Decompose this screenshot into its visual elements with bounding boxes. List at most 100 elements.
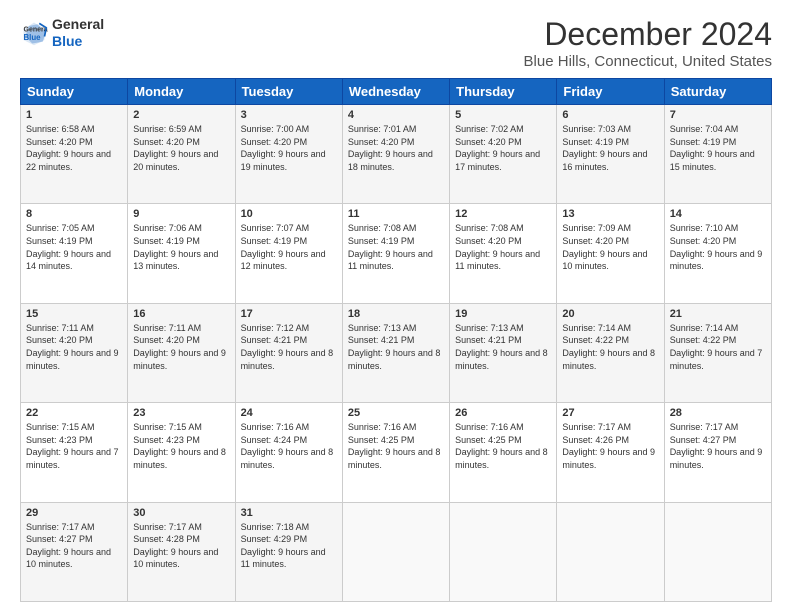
day-number: 14: [670, 208, 766, 220]
calendar-cell: 3 Sunrise: 7:00 AMSunset: 4:20 PMDaylight…: [235, 105, 342, 204]
svg-text:Blue: Blue: [24, 33, 42, 42]
day-number: 9: [133, 208, 229, 220]
cell-info: Sunrise: 7:00 AMSunset: 4:20 PMDaylight:…: [241, 124, 326, 172]
week-row-4: 29 Sunrise: 7:17 AMSunset: 4:27 PMDayligh…: [21, 502, 772, 601]
cell-info: Sunrise: 7:17 AMSunset: 4:27 PMDaylight:…: [670, 422, 763, 470]
day-number: 3: [241, 109, 337, 121]
cell-info: Sunrise: 7:09 AMSunset: 4:20 PMDaylight:…: [562, 223, 647, 271]
cell-info: Sunrise: 7:13 AMSunset: 4:21 PMDaylight:…: [455, 323, 548, 371]
cell-info: Sunrise: 7:14 AMSunset: 4:22 PMDaylight:…: [670, 323, 763, 371]
calendar-cell: 19Sunrise: 7:13 AMSunset: 4:21 PMDayligh…: [450, 303, 557, 402]
day-number: 11: [348, 208, 444, 220]
day-number: 30: [133, 507, 229, 519]
day-number: 1: [26, 109, 122, 121]
calendar-cell: 11Sunrise: 7:08 AMSunset: 4:19 PMDayligh…: [342, 204, 449, 303]
calendar-cell: 10 Sunrise: 7:07 AMSunset: 4:19 PMDayligh…: [235, 204, 342, 303]
column-header-saturday: Saturday: [664, 79, 771, 105]
title-area: December 2024 Blue Hills, Connecticut, U…: [524, 16, 772, 70]
cell-info: Sunrise: 7:01 AMSunset: 4:20 PMDaylight:…: [348, 124, 433, 172]
cell-info: Sunrise: 6:58 AMSunset: 4:20 PMDaylight:…: [26, 124, 111, 172]
page: General Blue General Blue December 2024 …: [0, 0, 792, 612]
calendar-table: SundayMondayTuesdayWednesdayThursdayFrid…: [20, 78, 772, 602]
calendar-cell: [664, 502, 771, 601]
calendar-cell: 9Sunrise: 7:06 AMSunset: 4:19 PMDaylight…: [128, 204, 235, 303]
day-number: 5: [455, 109, 551, 121]
subtitle: Blue Hills, Connecticut, United States: [524, 53, 772, 70]
column-header-tuesday: Tuesday: [235, 79, 342, 105]
calendar-cell: 4 Sunrise: 7:01 AMSunset: 4:20 PMDaylight…: [342, 105, 449, 204]
week-row-3: 22Sunrise: 7:15 AMSunset: 4:23 PMDayligh…: [21, 403, 772, 502]
day-number: 25: [348, 407, 444, 419]
calendar-header-row: SundayMondayTuesdayWednesdayThursdayFrid…: [21, 79, 772, 105]
calendar-cell: 25 Sunrise: 7:16 AMSunset: 4:25 PMDayligh…: [342, 403, 449, 502]
week-row-1: 8Sunrise: 7:05 AMSunset: 4:19 PMDaylight…: [21, 204, 772, 303]
cell-info: Sunrise: 7:11 AMSunset: 4:20 PMDaylight:…: [26, 323, 119, 371]
day-number: 27: [562, 407, 658, 419]
calendar-cell: [557, 502, 664, 601]
day-number: 24: [241, 407, 337, 419]
calendar-cell: 12 Sunrise: 7:08 AMSunset: 4:20 PMDayligh…: [450, 204, 557, 303]
cell-info: Sunrise: 6:59 AMSunset: 4:20 PMDaylight:…: [133, 124, 218, 172]
day-number: 2: [133, 109, 229, 121]
cell-info: Sunrise: 7:02 AMSunset: 4:20 PMDaylight:…: [455, 124, 540, 172]
cell-info: Sunrise: 7:10 AMSunset: 4:20 PMDaylight:…: [670, 223, 763, 271]
day-number: 12: [455, 208, 551, 220]
day-number: 21: [670, 308, 766, 320]
day-number: 28: [670, 407, 766, 419]
logo-icon: General Blue: [20, 19, 48, 47]
calendar-cell: 27Sunrise: 7:17 AMSunset: 4:26 PMDayligh…: [557, 403, 664, 502]
cell-info: Sunrise: 7:03 AMSunset: 4:19 PMDaylight:…: [562, 124, 647, 172]
cell-info: Sunrise: 7:07 AMSunset: 4:19 PMDaylight:…: [241, 223, 326, 271]
day-number: 4: [348, 109, 444, 121]
logo: General Blue General Blue: [20, 16, 104, 50]
cell-info: Sunrise: 7:11 AMSunset: 4:20 PMDaylight:…: [133, 323, 226, 371]
cell-info: Sunrise: 7:16 AMSunset: 4:25 PMDaylight:…: [348, 422, 441, 470]
calendar-cell: 13Sunrise: 7:09 AMSunset: 4:20 PMDayligh…: [557, 204, 664, 303]
calendar-cell: 31Sunrise: 7:18 AMSunset: 4:29 PMDayligh…: [235, 502, 342, 601]
calendar-cell: 26Sunrise: 7:16 AMSunset: 4:25 PMDayligh…: [450, 403, 557, 502]
cell-info: Sunrise: 7:14 AMSunset: 4:22 PMDaylight:…: [562, 323, 655, 371]
column-header-friday: Friday: [557, 79, 664, 105]
calendar-cell: 30 Sunrise: 7:17 AMSunset: 4:28 PMDayligh…: [128, 502, 235, 601]
calendar-cell: [342, 502, 449, 601]
day-number: 15: [26, 308, 122, 320]
cell-info: Sunrise: 7:05 AMSunset: 4:19 PMDaylight:…: [26, 223, 111, 271]
day-number: 29: [26, 507, 122, 519]
calendar-cell: 16 Sunrise: 7:11 AMSunset: 4:20 PMDayligh…: [128, 303, 235, 402]
day-number: 16: [133, 308, 229, 320]
cell-info: Sunrise: 7:17 AMSunset: 4:28 PMDaylight:…: [133, 522, 218, 570]
day-number: 17: [241, 308, 337, 320]
calendar-cell: 15 Sunrise: 7:11 AMSunset: 4:20 PMDayligh…: [21, 303, 128, 402]
calendar-cell: 14 Sunrise: 7:10 AMSunset: 4:20 PMDayligh…: [664, 204, 771, 303]
column-header-wednesday: Wednesday: [342, 79, 449, 105]
cell-info: Sunrise: 7:12 AMSunset: 4:21 PMDaylight:…: [241, 323, 334, 371]
calendar-cell: 24Sunrise: 7:16 AMSunset: 4:24 PMDayligh…: [235, 403, 342, 502]
calendar-cell: 28 Sunrise: 7:17 AMSunset: 4:27 PMDayligh…: [664, 403, 771, 502]
cell-info: Sunrise: 7:08 AMSunset: 4:20 PMDaylight:…: [455, 223, 540, 271]
calendar-cell: 7 Sunrise: 7:04 AMSunset: 4:19 PMDaylight…: [664, 105, 771, 204]
calendar-cell: 1 Sunrise: 6:58 AMSunset: 4:20 PMDaylight…: [21, 105, 128, 204]
cell-info: Sunrise: 7:13 AMSunset: 4:21 PMDaylight:…: [348, 323, 441, 371]
week-row-0: 1 Sunrise: 6:58 AMSunset: 4:20 PMDaylight…: [21, 105, 772, 204]
day-number: 20: [562, 308, 658, 320]
logo-text: General Blue: [52, 16, 104, 50]
header: General Blue General Blue December 2024 …: [20, 16, 772, 70]
week-row-2: 15 Sunrise: 7:11 AMSunset: 4:20 PMDayligh…: [21, 303, 772, 402]
day-number: 10: [241, 208, 337, 220]
calendar-cell: 2 Sunrise: 6:59 AMSunset: 4:20 PMDaylight…: [128, 105, 235, 204]
column-header-sunday: Sunday: [21, 79, 128, 105]
day-number: 7: [670, 109, 766, 121]
day-number: 31: [241, 507, 337, 519]
column-header-thursday: Thursday: [450, 79, 557, 105]
calendar-cell: 17 Sunrise: 7:12 AMSunset: 4:21 PMDayligh…: [235, 303, 342, 402]
cell-info: Sunrise: 7:17 AMSunset: 4:27 PMDaylight:…: [26, 522, 111, 570]
calendar-cell: 5 Sunrise: 7:02 AMSunset: 4:20 PMDaylight…: [450, 105, 557, 204]
calendar-cell: 22Sunrise: 7:15 AMSunset: 4:23 PMDayligh…: [21, 403, 128, 502]
calendar-cell: 23Sunrise: 7:15 AMSunset: 4:23 PMDayligh…: [128, 403, 235, 502]
calendar-cell: 20 Sunrise: 7:14 AMSunset: 4:22 PMDayligh…: [557, 303, 664, 402]
day-number: 23: [133, 407, 229, 419]
cell-info: Sunrise: 7:04 AMSunset: 4:19 PMDaylight:…: [670, 124, 755, 172]
cell-info: Sunrise: 7:15 AMSunset: 4:23 PMDaylight:…: [26, 422, 119, 470]
calendar-cell: 21 Sunrise: 7:14 AMSunset: 4:22 PMDayligh…: [664, 303, 771, 402]
calendar-cell: 18Sunrise: 7:13 AMSunset: 4:21 PMDayligh…: [342, 303, 449, 402]
